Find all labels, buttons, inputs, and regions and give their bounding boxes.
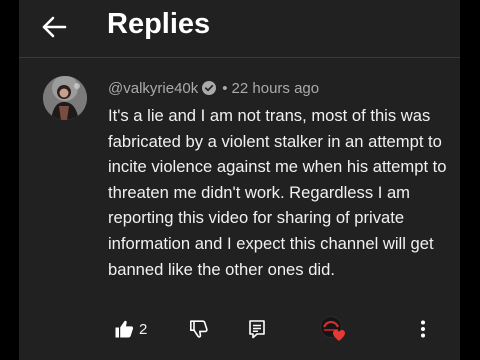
header-divider: [19, 57, 460, 58]
reply-button[interactable]: [248, 312, 266, 346]
comment-timestamp: 22 hours ago: [231, 79, 320, 97]
like-count: 2: [139, 320, 148, 338]
comment-meta: @valkyrie40k • 22 hours ago: [108, 78, 319, 98]
creator-heart-icon: [319, 314, 349, 344]
avatar-image: [43, 76, 87, 120]
dislike-button[interactable]: [189, 312, 209, 346]
replies-panel: Replies @valkyrie40k • 22 hours ago It's…: [19, 0, 460, 360]
page-title: Replies: [107, 8, 211, 40]
thumbs-up-icon: [115, 320, 134, 338]
thumbs-down-icon: [190, 320, 208, 338]
comment-actions: 2: [19, 312, 460, 346]
back-button[interactable]: [37, 12, 71, 42]
like-button[interactable]: 2: [114, 312, 147, 346]
meta-separator: •: [222, 79, 228, 97]
more-vertical-icon: [421, 320, 425, 338]
avatar[interactable]: [43, 76, 87, 120]
username[interactable]: @valkyrie40k: [108, 80, 198, 97]
arrow-left-icon: [42, 16, 67, 38]
replies-header: Replies: [19, 0, 460, 57]
comment-text: It's a lie and I am not trans, most of t…: [108, 106, 447, 279]
verified-check-icon: [202, 81, 217, 95]
more-options-button[interactable]: [419, 312, 427, 346]
creator-heart-badge: [319, 312, 349, 346]
reply-comment-icon: [249, 320, 265, 339]
